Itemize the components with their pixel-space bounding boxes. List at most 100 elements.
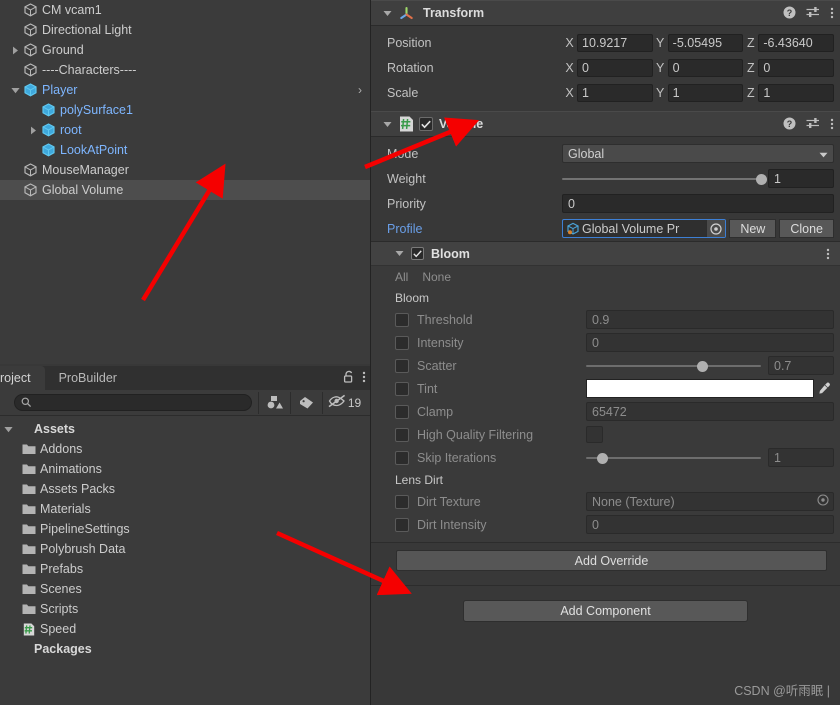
object-picker-icon[interactable] bbox=[706, 220, 726, 237]
override-tint-color-swatch[interactable] bbox=[586, 379, 814, 398]
rotation-y-input[interactable]: 0 bbox=[667, 58, 744, 77]
override-threshold-input[interactable]: 0.9 bbox=[586, 310, 834, 329]
asset-item-pipelinesettings[interactable]: PipelineSettings bbox=[0, 519, 370, 539]
position-x-input[interactable]: 10.9217 bbox=[577, 33, 653, 52]
weight-slider[interactable] bbox=[562, 170, 767, 188]
chevron-right-icon[interactable] bbox=[8, 40, 22, 60]
bloom-enabled-checkbox[interactable] bbox=[411, 247, 424, 260]
hidden-filter-button[interactable]: 19 bbox=[322, 391, 366, 414]
scale-x-input[interactable]: 1 bbox=[577, 83, 653, 102]
override-scatter-slider[interactable]: 0.7 bbox=[586, 356, 834, 375]
asset-item-scenes[interactable]: Scenes bbox=[0, 579, 370, 599]
hierarchy-item-lookatpoint[interactable]: LookAtPoint bbox=[0, 140, 370, 160]
override-dirt-intensity-toggle[interactable] bbox=[395, 517, 409, 532]
add-override-button[interactable]: Add Override bbox=[396, 550, 827, 571]
priority-field[interactable]: 0 bbox=[562, 194, 834, 213]
slider-knob[interactable] bbox=[596, 452, 608, 464]
override-scatter-value[interactable]: 0.7 bbox=[768, 356, 834, 375]
volume-enabled-checkbox[interactable] bbox=[419, 117, 433, 131]
object-picker-icon[interactable] bbox=[817, 494, 829, 509]
tab-project[interactable]: roject bbox=[0, 366, 45, 390]
chevron-down-icon[interactable] bbox=[2, 426, 14, 433]
hierarchy-item-mousemanager[interactable]: MouseManager bbox=[0, 160, 370, 180]
scale-y-input[interactable]: 1 bbox=[667, 83, 744, 102]
slider[interactable] bbox=[586, 449, 761, 467]
asset-item-prefabs[interactable]: Prefabs bbox=[0, 559, 370, 579]
bloom-header[interactable]: Bloom bbox=[371, 242, 840, 266]
rotation-z-input[interactable]: 0 bbox=[758, 58, 835, 77]
lock-open-icon[interactable] bbox=[343, 370, 355, 386]
override-tint-toggle[interactable] bbox=[395, 381, 409, 396]
profile-object-field[interactable]: Global Volume Pr bbox=[562, 219, 727, 238]
kebab-menu-icon[interactable] bbox=[830, 117, 834, 134]
override-skip-iterations-toggle[interactable] bbox=[395, 450, 409, 465]
override-clamp-toggle[interactable] bbox=[395, 404, 409, 419]
chevron-down-icon[interactable] bbox=[395, 250, 411, 257]
asset-item-speed[interactable]: Speed bbox=[0, 619, 370, 639]
override-dirt-texture-object-field[interactable]: None (Texture) bbox=[586, 492, 834, 511]
override-skip-iterations-slider[interactable]: 1 bbox=[586, 448, 834, 467]
add-component-button[interactable]: Add Component bbox=[463, 600, 748, 622]
type-filter-icon[interactable] bbox=[258, 391, 290, 414]
override-clamp-input[interactable]: 65472 bbox=[586, 402, 834, 421]
select-all-link[interactable]: All bbox=[395, 270, 408, 284]
hierarchy-item-characters[interactable]: ----Characters---- bbox=[0, 60, 370, 80]
asset-item-packages[interactable]: Packages bbox=[0, 639, 370, 659]
hierarchy-item-directional-light[interactable]: Directional Light bbox=[0, 20, 370, 40]
help-icon[interactable]: ? bbox=[783, 117, 796, 133]
asset-item-addons[interactable]: Addons bbox=[0, 439, 370, 459]
override-high-quality-filtering-checkbox[interactable] bbox=[586, 426, 603, 443]
weight-value[interactable]: 1 bbox=[768, 169, 834, 188]
hierarchy-item-player[interactable]: Player › bbox=[0, 80, 370, 100]
asset-item-animations[interactable]: Animations bbox=[0, 459, 370, 479]
rotation-x-input[interactable]: 0 bbox=[577, 58, 653, 77]
hierarchy-item-global-volume[interactable]: Global Volume bbox=[0, 180, 370, 200]
kebab-menu-icon[interactable] bbox=[362, 370, 366, 387]
search-input[interactable] bbox=[32, 396, 251, 409]
asset-tree[interactable]: Assets Addons Animations Assets Packs Materi… bbox=[0, 416, 370, 659]
slider-knob[interactable] bbox=[696, 360, 708, 372]
kebab-menu-icon[interactable] bbox=[830, 6, 834, 23]
override-intensity-toggle[interactable] bbox=[395, 335, 409, 350]
hierarchy-item-ground[interactable]: Ground bbox=[0, 40, 370, 60]
eyedropper-icon[interactable] bbox=[814, 379, 834, 398]
help-icon[interactable]: ? bbox=[783, 6, 796, 22]
asset-item-assets-packs[interactable]: Assets Packs bbox=[0, 479, 370, 499]
clone-profile-button[interactable]: Clone bbox=[779, 219, 834, 238]
profile-label[interactable]: Profile bbox=[387, 222, 562, 236]
override-scatter-toggle[interactable] bbox=[395, 358, 409, 373]
chevron-down-icon[interactable] bbox=[379, 10, 395, 17]
override-dirt-texture-toggle[interactable] bbox=[395, 494, 409, 509]
prefab-open-arrow[interactable]: › bbox=[358, 80, 362, 100]
hierarchy-item-cm-vcam1[interactable]: CM vcam1 bbox=[0, 0, 370, 20]
hierarchy-item-polysurface1[interactable]: polySurface1 bbox=[0, 100, 370, 120]
preset-settings-icon[interactable] bbox=[806, 117, 820, 133]
override-threshold-toggle[interactable] bbox=[395, 312, 409, 327]
hierarchy-panel[interactable]: CM vcam1 Directional Light Ground ----Chara… bbox=[0, 0, 370, 364]
asset-item-assets[interactable]: Assets bbox=[0, 419, 370, 439]
position-z-input[interactable]: -6.43640 bbox=[758, 33, 835, 52]
slider[interactable] bbox=[586, 357, 761, 375]
volume-component-header[interactable]: Volume ? bbox=[371, 111, 840, 137]
position-y-input[interactable]: -5.05495 bbox=[667, 33, 744, 52]
new-profile-button[interactable]: New bbox=[729, 219, 777, 238]
mode-dropdown[interactable]: Global bbox=[562, 144, 834, 163]
search-box[interactable] bbox=[14, 394, 252, 411]
chevron-down-icon[interactable] bbox=[8, 80, 22, 100]
chevron-right-icon[interactable] bbox=[26, 120, 40, 140]
scale-z-input[interactable]: 1 bbox=[758, 83, 835, 102]
override-skip-iterations-value[interactable]: 1 bbox=[768, 448, 834, 467]
override-intensity-input[interactable]: 0 bbox=[586, 333, 834, 352]
transform-component-header[interactable]: Transform ? bbox=[371, 0, 840, 26]
tab-probuilder[interactable]: ProBuilder bbox=[45, 366, 131, 390]
asset-item-scripts[interactable]: Scripts bbox=[0, 599, 370, 619]
chevron-down-icon[interactable] bbox=[379, 121, 395, 128]
asset-item-polybrush-data[interactable]: Polybrush Data bbox=[0, 539, 370, 559]
label-filter-icon[interactable] bbox=[290, 391, 322, 414]
hierarchy-item-root[interactable]: root bbox=[0, 120, 370, 140]
asset-item-materials[interactable]: Materials bbox=[0, 499, 370, 519]
slider-knob[interactable] bbox=[756, 173, 767, 185]
override-dirt-intensity-input[interactable]: 0 bbox=[586, 515, 834, 534]
override-high-quality-filtering-toggle[interactable] bbox=[395, 427, 409, 442]
preset-settings-icon[interactable] bbox=[806, 6, 820, 22]
